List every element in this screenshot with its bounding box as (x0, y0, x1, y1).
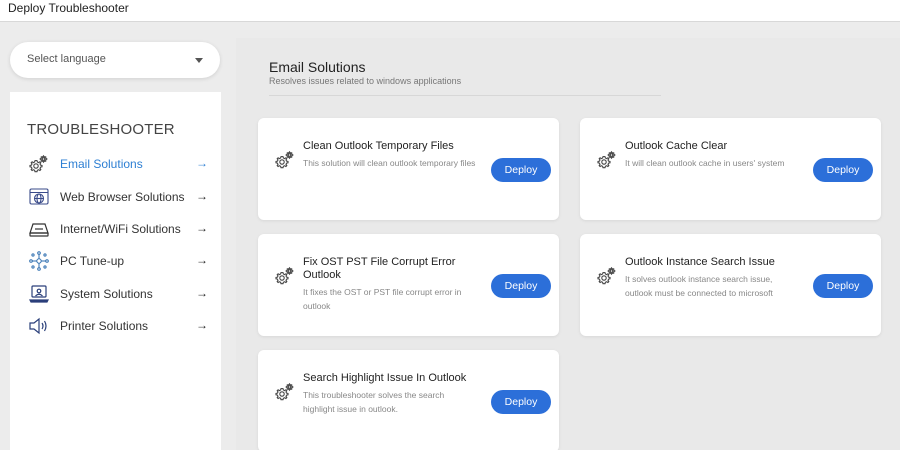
sidebar-item-label: PC Tune-up (60, 254, 125, 268)
card-title: Search Highlight Issue In Outlook (303, 372, 467, 384)
laptop-icon (29, 285, 49, 303)
main-content: Email Solutions Resolves issues related … (236, 38, 900, 450)
section-divider (269, 95, 661, 96)
solution-card: Outlook Instance Search Issue It solves … (580, 234, 881, 336)
gear-icon (29, 154, 48, 173)
card-title: Outlook Cache Clear (625, 140, 728, 152)
card-description: It fixes the OST or PST file corrupt err… (303, 287, 462, 311)
card-description: This troubleshooter solves the search hi… (303, 390, 445, 414)
solution-card: Outlook Cache Clear It will clean outloo… (580, 118, 881, 220)
deploy-button[interactable]: Deploy (491, 274, 551, 298)
globe-icon (29, 188, 49, 205)
left-column: Select language TROUBLESHOOTER Email Sol… (0, 22, 236, 450)
card-title: Outlook Instance Search Issue (625, 256, 775, 268)
gear-icon (275, 150, 294, 169)
window-titlebar: Deploy Troubleshooter (0, 0, 900, 22)
arrow-right-icon: → (196, 253, 208, 267)
sidebar-item-label: Email Solutions (60, 157, 143, 171)
sidebar-item-label: Web Browser Solutions (60, 190, 185, 204)
sidebar-item-printer-solutions[interactable]: Printer Solutions → (28, 315, 208, 337)
sidebar-item-label: System Solutions (60, 287, 153, 301)
sidebar: TROUBLESHOOTER Email Solutions → Web Bro… (10, 92, 221, 450)
sidebar-item-internet-wifi-solutions[interactable]: Internet/WiFi Solutions → (28, 218, 208, 240)
card-description: This solution will clean outlook tempora… (303, 158, 476, 168)
section-title: Email Solutions (269, 59, 366, 75)
arrow-right-icon: → (196, 189, 208, 203)
card-title: Clean Outlook Temporary Files (303, 140, 454, 152)
gear-icon (275, 266, 294, 285)
gear-icon (597, 266, 616, 285)
window-title: Deploy Troubleshooter (8, 1, 129, 15)
sidebar-item-email-solutions[interactable]: Email Solutions → (28, 153, 208, 175)
card-description: It will clean outlook cache in users' sy… (625, 158, 785, 168)
router-icon (29, 223, 49, 237)
arrow-right-icon: → (196, 286, 208, 300)
solution-card: Search Highlight Issue In Outlook This t… (258, 350, 559, 450)
caret-down-icon (195, 58, 203, 63)
arrow-right-icon: → (196, 156, 208, 170)
language-select[interactable]: Select language (10, 42, 220, 78)
card-description: It solves outlook instance search issue,… (625, 274, 773, 298)
card-title: Fix OST PST File Corrupt Error Outlook (303, 256, 456, 281)
gear-icon (275, 382, 294, 401)
sidebar-heading: TROUBLESHOOTER (27, 121, 175, 138)
arrow-right-icon: → (196, 318, 208, 332)
deploy-button[interactable]: Deploy (491, 390, 551, 414)
sidebar-item-label: Internet/WiFi Solutions (60, 222, 181, 236)
language-select-placeholder: Select language (27, 53, 106, 65)
network-icon (29, 251, 49, 271)
section-subtitle: Resolves issues related to windows appli… (269, 76, 462, 86)
deploy-button[interactable]: Deploy (491, 158, 551, 182)
gear-icon (597, 150, 616, 169)
solution-card: Clean Outlook Temporary Files This solut… (258, 118, 559, 220)
arrow-right-icon: → (196, 221, 208, 235)
sidebar-item-pc-tune-up[interactable]: PC Tune-up → (28, 250, 208, 272)
deploy-button[interactable]: Deploy (813, 274, 873, 298)
sidebar-item-system-solutions[interactable]: System Solutions → (28, 283, 208, 305)
sidebar-item-web-browser-solutions[interactable]: Web Browser Solutions → (28, 186, 208, 208)
deploy-button[interactable]: Deploy (813, 158, 873, 182)
speaker-icon (29, 317, 47, 335)
sidebar-item-label: Printer Solutions (60, 319, 149, 333)
solution-card: Fix OST PST File Corrupt Error Outlook I… (258, 234, 559, 336)
